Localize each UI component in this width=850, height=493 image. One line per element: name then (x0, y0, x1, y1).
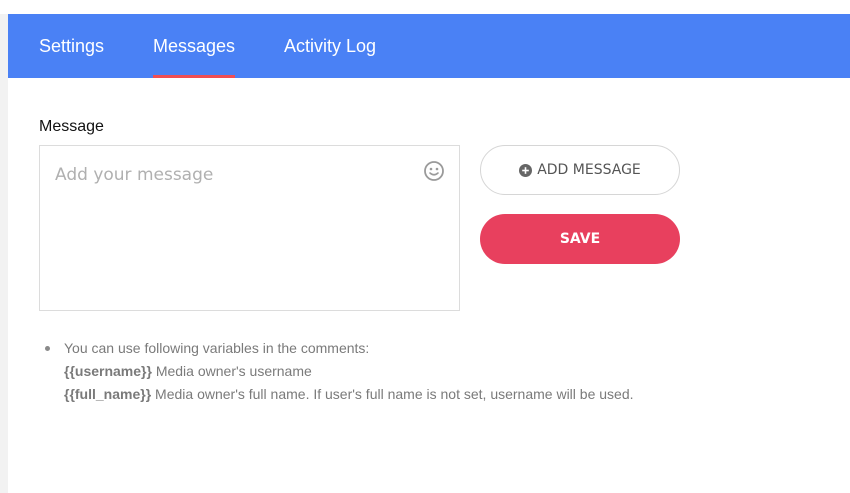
variable-row-username: {{username}} Media owner's username (64, 360, 634, 383)
smiley-face-icon[interactable] (423, 160, 445, 182)
variable-full-name-description: Media owner's full name. If user's full … (151, 386, 634, 402)
plus-circle-icon (519, 163, 533, 177)
page: Settings Messages Activity Log Message A… (0, 0, 850, 493)
tab-activity-log[interactable]: Activity Log (284, 14, 376, 78)
message-field-container (39, 145, 460, 311)
tab-settings[interactable]: Settings (39, 14, 104, 78)
help-list-item: You can use following variables in the c… (45, 337, 634, 406)
save-label: SAVE (559, 231, 601, 247)
top-strip (0, 0, 850, 14)
left-gutter (0, 0, 8, 493)
variable-row-full-name: {{full_name}} Media owner's full name. I… (64, 383, 634, 406)
tab-activity-log-label: Activity Log (284, 36, 377, 56)
variable-username: {{username}} (64, 363, 152, 379)
tab-bar: Settings Messages Activity Log (8, 14, 850, 78)
tab-settings-label: Settings (39, 36, 105, 56)
active-tab-indicator (153, 75, 236, 78)
add-message-label: ADD MESSAGE (537, 162, 641, 178)
save-button[interactable]: SAVE (480, 214, 680, 264)
tab-messages[interactable]: Messages (153, 14, 236, 78)
tab-messages-label: Messages (153, 36, 236, 56)
variable-username-description: Media owner's username (151, 363, 312, 379)
message-textarea[interactable] (40, 146, 459, 310)
variables-help: You can use following variables in the c… (45, 337, 634, 406)
bullet-dot (45, 346, 50, 351)
add-message-button[interactable]: ADD MESSAGE (480, 145, 680, 195)
variable-full-name: {{full_name}} (64, 386, 152, 402)
help-intro: You can use following variables in the c… (64, 340, 370, 356)
message-label: Message (39, 118, 104, 135)
